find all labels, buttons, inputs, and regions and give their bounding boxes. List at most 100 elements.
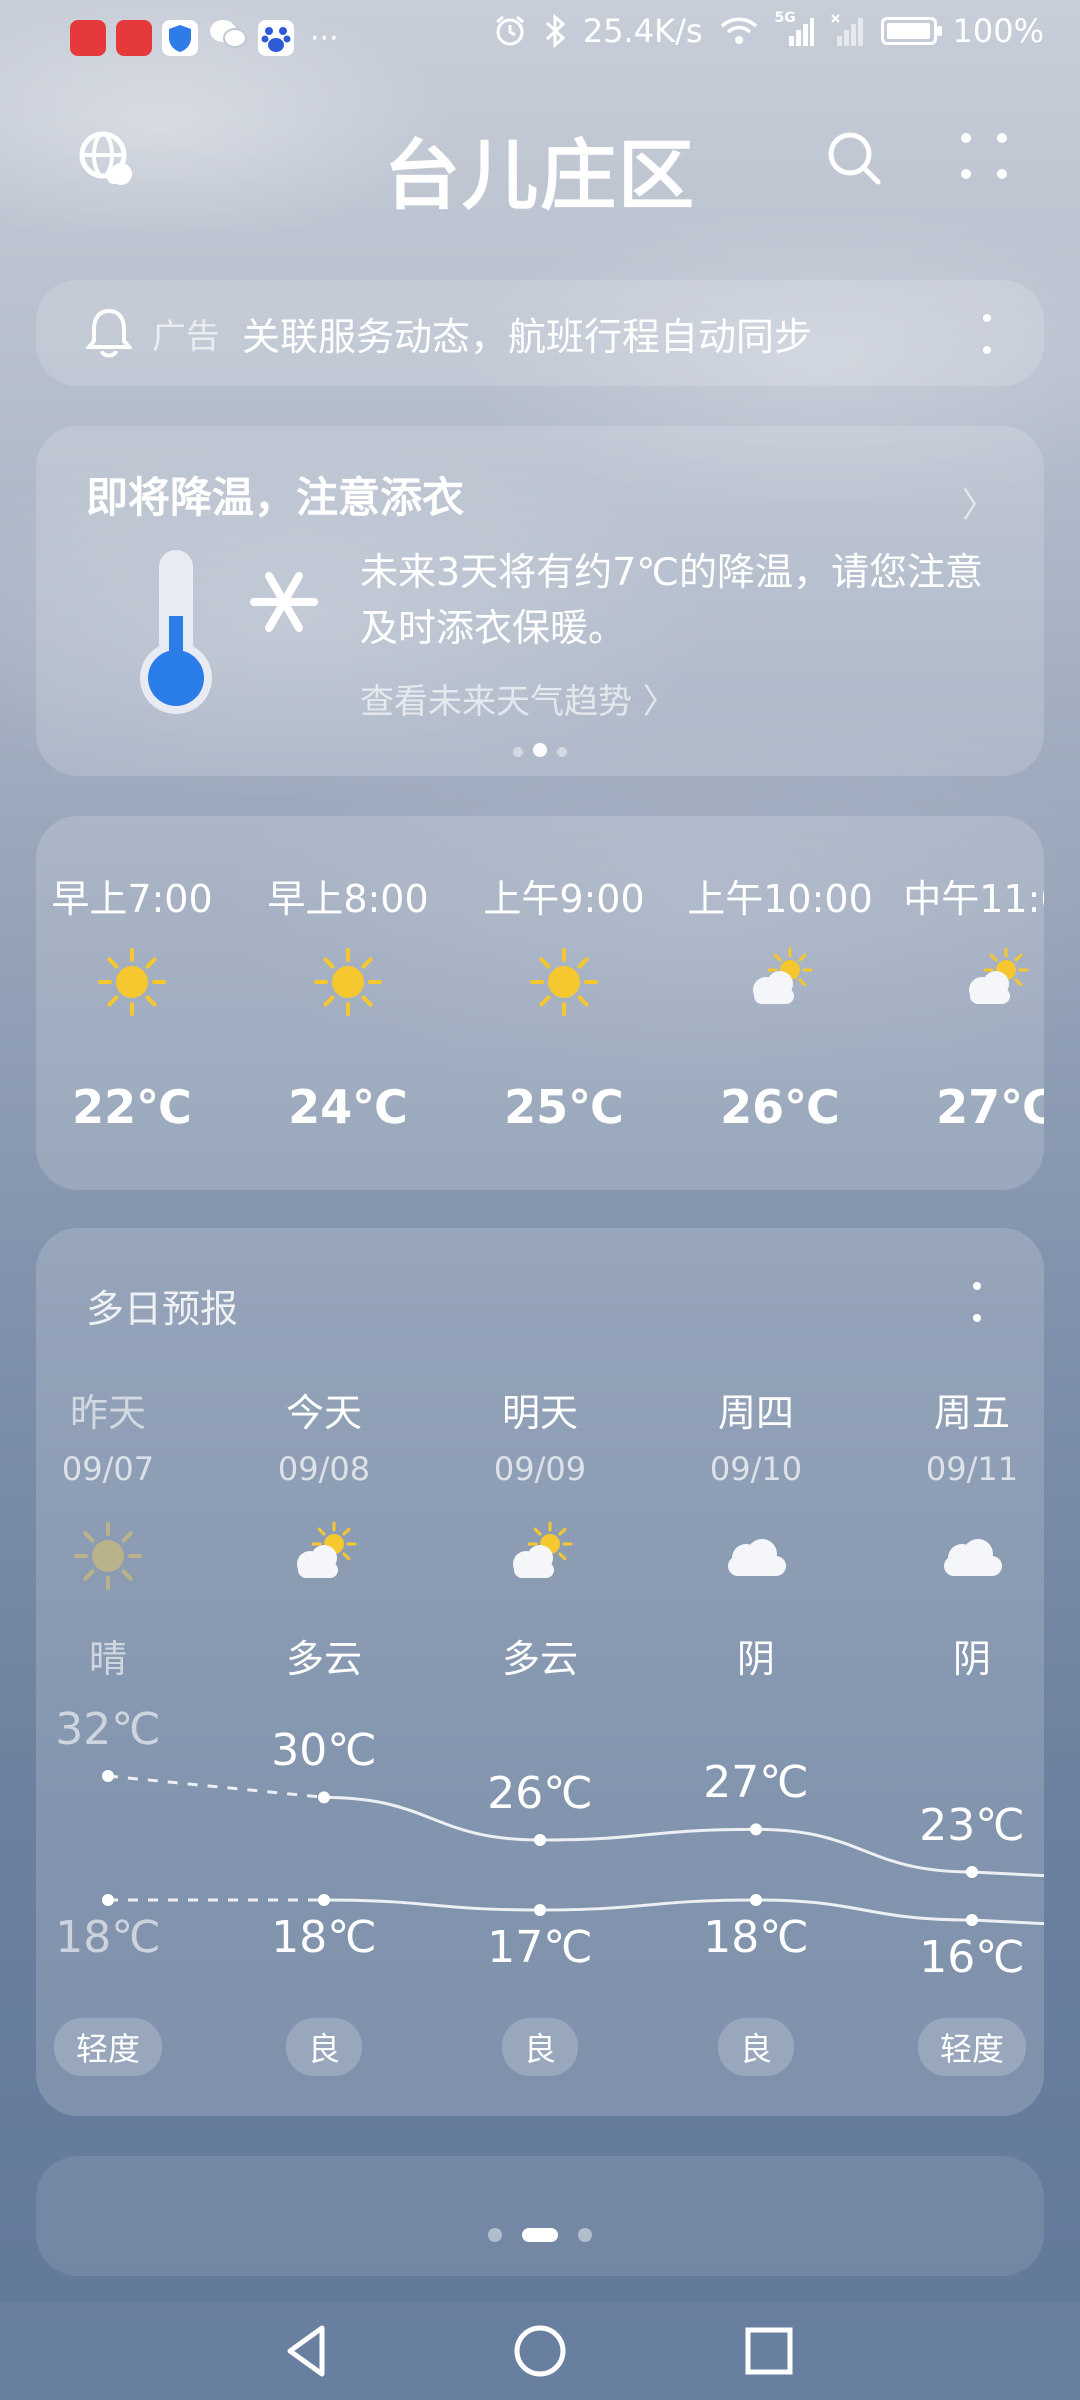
more-notifications: ··· bbox=[310, 20, 339, 56]
wechat-icon bbox=[208, 16, 248, 60]
ad-banner[interactable]: 广告 关联服务动态，航班行程自动同步 bbox=[36, 280, 1044, 386]
status-bar: ··· 25.4K/s 5G 100% bbox=[0, 0, 1080, 72]
huawei-appgallery-icon bbox=[116, 20, 152, 56]
temperature-drop-alert[interactable]: 即将降温，注意添衣 〉 未来3天将有约7℃的降温，请您注意及时添衣保暖。 查看未… bbox=[36, 426, 1044, 776]
page-indicator bbox=[0, 2224, 1080, 2243]
cloudy-icon bbox=[720, 1520, 792, 1592]
partly-cloudy-icon bbox=[288, 1520, 360, 1592]
day-label: 昨天 bbox=[69, 1391, 146, 1435]
air-quality-badge: 轻度 bbox=[53, 2018, 163, 2076]
low-temp-point bbox=[534, 1904, 546, 1916]
sunny-icon bbox=[72, 1520, 144, 1592]
hourly-forecast[interactable]: 早上7:00 22℃ 早上8:00 24℃ 上午9:00 25℃ 上午10:00 26… bbox=[36, 816, 1044, 1190]
hour-temp: 25℃ bbox=[504, 1080, 624, 1134]
low-temp: 18℃ bbox=[703, 1912, 809, 1963]
high-temp: 30℃ bbox=[271, 1725, 377, 1777]
day-label: 周五 bbox=[933, 1391, 1010, 1435]
ad-tag: 广告 bbox=[152, 316, 220, 357]
sunny-icon bbox=[96, 946, 168, 1018]
signal-icon: 5G bbox=[775, 10, 815, 48]
high-temp-point bbox=[102, 1770, 114, 1782]
hour-label: 上午9:00 bbox=[483, 877, 645, 921]
notification-icons: ··· bbox=[70, 16, 339, 60]
hour-label: 上午10:00 bbox=[687, 877, 873, 921]
baidu-icon bbox=[258, 20, 294, 56]
bell-icon bbox=[86, 308, 132, 358]
ad-text[interactable]: 关联服务动态，航班行程自动同步 bbox=[242, 306, 812, 361]
hour-label: 早上7:00 bbox=[51, 877, 213, 921]
daily-more-icon[interactable] bbox=[972, 1278, 982, 1326]
low-temp: 18℃ bbox=[271, 1912, 377, 1963]
alert-title: 即将降温，注意添衣 bbox=[86, 473, 465, 522]
high-temp: 27℃ bbox=[703, 1757, 809, 1809]
air-quality-badge: 良 bbox=[285, 2018, 363, 2076]
date-label: 09/11 bbox=[925, 1450, 1019, 1488]
weather-trend-link[interactable]: 查看未来天气趋势 〉 bbox=[360, 674, 677, 723]
date-label: 09/09 bbox=[493, 1450, 587, 1488]
huawei-appgallery-icon bbox=[70, 20, 106, 56]
weather-trend-link-label: 查看未来天气趋势 bbox=[360, 682, 632, 722]
more-options-icon[interactable] bbox=[958, 130, 1010, 182]
multi-day-forecast[interactable]: 多日预报 昨天 09/07 晴 32℃ 18℃ 轻度 今天 09/08 多云 30… bbox=[36, 1228, 1044, 2116]
hour-label: 中午11:00 bbox=[903, 877, 1044, 921]
partly-cloudy-icon bbox=[504, 1520, 576, 1592]
shield-icon bbox=[162, 20, 198, 56]
battery-icon bbox=[880, 17, 942, 45]
weather-label: 多云 bbox=[501, 1637, 578, 1681]
sunny-icon bbox=[312, 946, 384, 1018]
hour-temp: 27℃ bbox=[936, 1080, 1044, 1134]
alert-description: 未来3天将有约7℃的降温，请您注意及时添衣保暖。 bbox=[360, 550, 984, 650]
next-card-peek bbox=[36, 2156, 1044, 2276]
page-dot[interactable] bbox=[488, 2227, 502, 2242]
wifi-icon bbox=[720, 17, 757, 44]
high-temp-point bbox=[750, 1823, 762, 1836]
low-temp-point bbox=[750, 1894, 762, 1906]
weather-label: 晴 bbox=[88, 1637, 127, 1681]
signal-x-icon bbox=[830, 14, 863, 46]
air-quality-badge: 良 bbox=[501, 2018, 579, 2076]
low-temp: 17℃ bbox=[487, 1922, 593, 1973]
recents-icon[interactable] bbox=[734, 2316, 804, 2386]
date-label: 09/07 bbox=[61, 1450, 155, 1488]
daily-title: 多日预报 bbox=[86, 1287, 239, 1331]
page-dot[interactable] bbox=[522, 2227, 558, 2242]
high-temp-point bbox=[318, 1791, 330, 1804]
sunny-icon bbox=[528, 946, 600, 1018]
low-temp-point bbox=[966, 1914, 978, 1926]
day-label: 周四 bbox=[717, 1391, 794, 1435]
weather-label: 阴 bbox=[736, 1637, 775, 1681]
high-temp: 32℃ bbox=[55, 1704, 161, 1755]
ad-more-icon[interactable] bbox=[982, 310, 992, 358]
partly-cloudy-icon bbox=[744, 946, 816, 1018]
back-icon[interactable] bbox=[274, 2316, 344, 2386]
low-temp-point bbox=[102, 1894, 114, 1906]
high-temp: 23℃ bbox=[919, 1800, 1025, 1851]
low-temp: 16℃ bbox=[919, 1932, 1025, 1983]
city-title[interactable]: 台儿庄区 bbox=[0, 114, 1080, 224]
hour-temp: 24℃ bbox=[288, 1080, 408, 1134]
air-quality-badge: 良 bbox=[717, 2018, 795, 2076]
day-label: 明天 bbox=[501, 1391, 578, 1435]
high-temp-past-segment bbox=[107, 1774, 325, 1799]
cloudy-icon bbox=[936, 1520, 1008, 1592]
navigation-bar bbox=[0, 2302, 1080, 2400]
partly-cloudy-icon bbox=[960, 946, 1032, 1018]
low-temp: 18℃ bbox=[55, 1912, 161, 1963]
weather-label: 多云 bbox=[285, 1637, 362, 1681]
network-speed: 25.4K/s bbox=[582, 12, 703, 50]
date-label: 09/08 bbox=[277, 1450, 371, 1488]
chevron-right-icon[interactable]: 〉 bbox=[962, 478, 996, 527]
day-label: 今天 bbox=[285, 1391, 362, 1435]
thermometer-snow-icon bbox=[140, 550, 318, 714]
bluetooth-icon bbox=[545, 13, 566, 49]
page-dot[interactable] bbox=[578, 2227, 592, 2242]
high-temp-point bbox=[534, 1834, 546, 1846]
weather-label: 阴 bbox=[952, 1637, 991, 1681]
search-icon[interactable] bbox=[822, 126, 886, 190]
home-icon[interactable] bbox=[505, 2316, 575, 2386]
high-temp-point bbox=[966, 1866, 978, 1878]
hour-temp: 22℃ bbox=[72, 1080, 192, 1134]
hour-label: 早上8:00 bbox=[267, 877, 429, 921]
alert-pagination bbox=[36, 742, 1044, 761]
air-quality-badge: 轻度 bbox=[917, 2018, 1027, 2076]
